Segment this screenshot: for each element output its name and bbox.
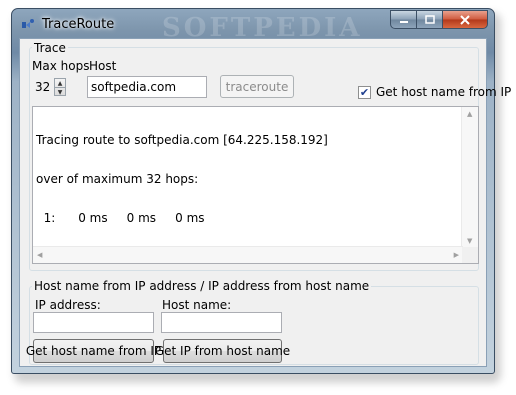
scroll-down-icon[interactable]: ▼ <box>467 237 472 245</box>
close-button[interactable] <box>443 10 488 29</box>
get-host-name-button[interactable]: Get host name from IP <box>26 339 161 363</box>
trace-output[interactable]: Tracing route to softpedia.com [64.225.1… <box>32 106 479 264</box>
get-host-name-checkbox-label[interactable]: Get host name from IP <box>376 85 511 99</box>
minimize-icon <box>399 20 408 23</box>
output-line: over of maximum 32 hops: <box>36 172 199 186</box>
host-label: Host <box>89 59 117 73</box>
host-name-input[interactable] <box>161 312 282 333</box>
check-icon: ✔ <box>359 86 370 99</box>
scroll-left-icon[interactable]: ◀ <box>37 251 42 259</box>
spin-up-icon[interactable]: ▲ <box>55 79 65 88</box>
scroll-up-icon[interactable]: ▲ <box>467 110 472 118</box>
max-hops-spinner[interactable]: ▲ ▼ <box>54 78 66 96</box>
output-line: Tracing route to softpedia.com [64.225.1… <box>36 133 328 147</box>
minimize-button[interactable] <box>390 10 417 29</box>
maximize-icon <box>424 14 435 24</box>
caption-buttons <box>390 10 488 30</box>
window-title: TraceRoute <box>42 17 115 32</box>
host-input[interactable]: softpedia.com <box>87 76 207 98</box>
vertical-scrollbar[interactable]: ▲ ▼ <box>461 107 478 248</box>
horizontal-scrollbar[interactable]: ◀ ▶ <box>33 246 463 263</box>
max-hops-label: Max hops <box>32 59 90 73</box>
spin-down-icon[interactable]: ▼ <box>55 88 65 96</box>
traceroute-button[interactable]: traceroute <box>220 75 294 98</box>
host-name-label: Host name: <box>162 298 232 312</box>
lookup-group-label: Host name from IP address / IP address f… <box>32 279 372 293</box>
scrollbar-corner <box>462 247 478 263</box>
get-ip-button[interactable]: Get IP from host name <box>155 339 290 363</box>
traceroute-window: SOFTPEDIA TraceRoute Trace Max hops Host… <box>11 8 511 374</box>
scroll-right-icon[interactable]: ▶ <box>454 251 459 259</box>
maximize-button[interactable] <box>417 10 443 29</box>
app-icon <box>22 19 34 28</box>
trace-output-text: Tracing route to softpedia.com [64.225.1… <box>36 108 328 251</box>
output-line: 1: 0 ms 0 ms 0 ms <box>36 211 205 225</box>
ip-address-input[interactable] <box>33 312 154 333</box>
client-area: Trace Max hops Host 32 ▲ ▼ softpedia.com… <box>19 38 511 367</box>
max-hops-input[interactable]: 32 <box>32 77 54 97</box>
get-host-name-checkbox[interactable]: ✔ <box>358 86 371 99</box>
trace-group-label: Trace <box>32 41 68 55</box>
close-icon <box>460 14 470 25</box>
ip-address-label: IP address: <box>35 298 101 312</box>
